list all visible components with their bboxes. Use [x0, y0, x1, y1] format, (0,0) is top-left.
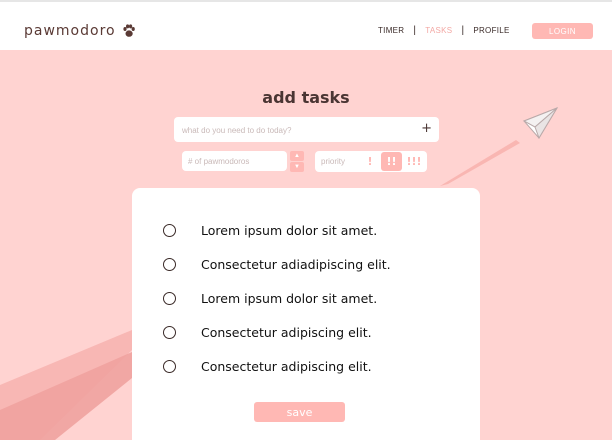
task-text: Lorem ipsum dolor sit amet. — [201, 290, 378, 306]
add-task-icon[interactable]: + — [421, 121, 432, 136]
priority-label: priority — [321, 157, 346, 166]
nav-timer[interactable]: TIMER — [378, 26, 404, 35]
nav-profile[interactable]: PROFILE — [473, 26, 509, 35]
main-nav: TIMER | TASKS | PROFILE — [378, 24, 510, 36]
plane-trail — [440, 140, 520, 186]
nav-tasks[interactable]: TASKS — [425, 26, 452, 35]
priority-low-button[interactable]: ! — [363, 152, 377, 171]
priority-selector: priority ! !! !!! — [315, 151, 427, 172]
stepper-down-icon[interactable]: ▼ — [290, 162, 304, 172]
task-list-card: Lorem ipsum dolor sit amet. Consectetur … — [132, 188, 480, 440]
task-checkbox[interactable] — [163, 257, 176, 271]
task-text: Consectetur adipiscing elit. — [201, 358, 372, 374]
app-logo[interactable]: pawmodoro — [24, 23, 136, 39]
task-checkbox[interactable] — [163, 325, 176, 339]
pawmodoros-input[interactable] — [188, 155, 282, 167]
page-title: add tasks — [262, 88, 350, 107]
priority-medium-button[interactable]: !! — [381, 152, 402, 171]
task-input[interactable] — [182, 123, 412, 137]
task-checkbox[interactable] — [163, 291, 176, 305]
save-button[interactable]: save — [254, 402, 345, 422]
pawmodoros-field-container — [182, 151, 287, 171]
paper-plane-icon — [522, 106, 559, 140]
stepper-up-icon[interactable]: ▲ — [290, 151, 304, 161]
task-item: Lorem ipsum dolor sit amet. — [163, 221, 377, 239]
nav-divider: | — [461, 24, 465, 36]
task-text: Consectetur adiadipiscing elit. — [201, 256, 391, 272]
task-text: Consectetur adipiscing elit. — [201, 324, 372, 340]
priority-high-button[interactable]: !!! — [403, 152, 425, 171]
task-checkbox[interactable] — [163, 359, 176, 373]
logo-text: pawmodoro — [24, 23, 116, 39]
task-item: Consectetur adipiscing elit. — [163, 323, 372, 341]
task-item: Lorem ipsum dolor sit amet. — [163, 289, 377, 307]
login-button[interactable]: LOGIN — [532, 23, 593, 39]
task-text: Lorem ipsum dolor sit amet. — [201, 222, 378, 238]
top-navbar: pawmodoro TIMER | TASKS | PROFILE LOGIN — [0, 0, 612, 50]
pawmodoros-stepper: ▲ ▼ — [290, 151, 304, 172]
task-input-container: + — [174, 117, 439, 142]
paw-icon — [122, 24, 135, 37]
nav-divider: | — [413, 24, 417, 36]
task-checkbox[interactable] — [163, 223, 176, 237]
task-item: Consectetur adipiscing elit. — [163, 357, 372, 375]
task-item: Consectetur adiadipiscing elit. — [163, 255, 391, 273]
